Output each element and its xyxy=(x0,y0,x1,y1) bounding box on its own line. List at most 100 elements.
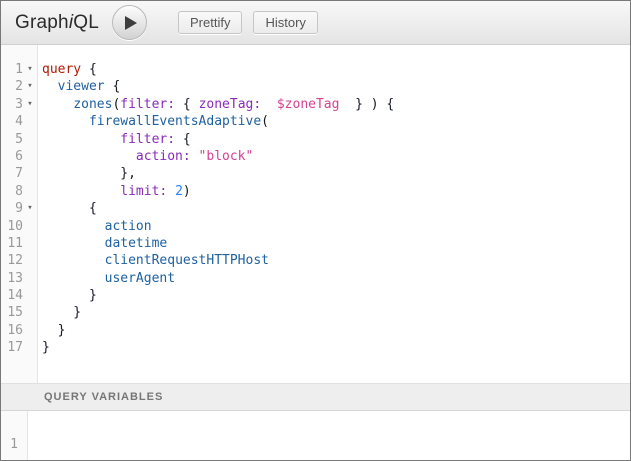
gutter-row: 10 xyxy=(1,218,37,235)
fold-spacer xyxy=(23,304,37,321)
history-button[interactable]: History xyxy=(253,11,317,34)
code-token: { xyxy=(81,62,97,77)
code-line[interactable]: userAgent xyxy=(42,270,630,287)
code-token xyxy=(167,184,175,199)
code-line[interactable]: query { xyxy=(42,61,630,78)
fold-arrow-icon[interactable]: ▾ xyxy=(23,96,37,113)
code-token: "block" xyxy=(199,149,254,164)
code-line[interactable]: viewer { xyxy=(42,78,630,95)
logo-text-2: QL xyxy=(73,12,99,33)
line-number: 3 xyxy=(1,96,23,113)
fold-spacer xyxy=(23,113,37,130)
line-number: 17 xyxy=(1,339,23,356)
code-line[interactable]: action xyxy=(42,218,630,235)
line-number: 9 xyxy=(1,200,23,217)
code-line[interactable]: limit: 2) xyxy=(42,183,630,200)
code-line[interactable]: } xyxy=(42,304,630,321)
query-code[interactable]: query { viewer { zones(filter: { zoneTag… xyxy=(38,45,630,383)
fold-arrow-icon[interactable]: ▾ xyxy=(23,78,37,95)
fold-arrow-icon[interactable]: ▾ xyxy=(23,61,37,78)
gutter-row: 5 xyxy=(1,131,37,148)
fold-spacer xyxy=(23,287,37,304)
code-token: } xyxy=(42,323,65,338)
fold-spacer xyxy=(23,148,37,165)
code-token: } xyxy=(42,305,81,320)
code-token: firewallEventsAdaptive xyxy=(89,114,261,129)
code-token: viewer xyxy=(58,79,105,94)
code-token: datetime xyxy=(105,236,168,251)
code-line[interactable]: zones(filter: { zoneTag: $zoneTag } ) { xyxy=(42,96,630,113)
query-editor[interactable]: 1▾2▾3▾456789▾1011121314151617 query { vi… xyxy=(1,45,630,383)
code-line[interactable]: } xyxy=(42,339,630,356)
graphiql-window: GraphiQL Prettify History 1▾2▾3▾456789▾1… xyxy=(0,0,631,461)
code-token: $zoneTag xyxy=(277,97,340,112)
fold-spacer xyxy=(23,252,37,269)
code-token: } xyxy=(42,340,50,355)
code-line[interactable]: }, xyxy=(42,165,630,182)
execute-button[interactable] xyxy=(112,5,147,40)
fold-arrow-icon[interactable]: ▾ xyxy=(23,200,37,217)
line-number: 13 xyxy=(1,270,23,287)
fold-spacer xyxy=(23,131,37,148)
code-line[interactable]: { xyxy=(42,200,630,217)
code-line[interactable]: clientRequestHTTPHost xyxy=(42,252,630,269)
code-token: filter: xyxy=(120,132,175,147)
play-icon xyxy=(125,16,137,30)
fold-spacer xyxy=(23,165,37,182)
fold-spacer xyxy=(23,339,37,356)
query-variables-header[interactable]: QUERY VARIABLES xyxy=(1,383,630,411)
query-gutter: 1▾2▾3▾456789▾1011121314151617 xyxy=(1,45,38,383)
code-token: limit: xyxy=(120,184,167,199)
code-token xyxy=(42,184,120,199)
code-token: userAgent xyxy=(105,271,175,286)
code-token xyxy=(42,219,105,234)
code-token: } xyxy=(42,288,97,303)
gutter-row: 11 xyxy=(1,235,37,252)
prettify-button[interactable]: Prettify xyxy=(178,11,242,34)
code-line[interactable]: } xyxy=(42,322,630,339)
variables-editor[interactable]: 1 {"zoneTag":""} xyxy=(1,411,630,460)
code-token: action xyxy=(105,219,152,234)
code-token xyxy=(42,97,73,112)
code-token: { xyxy=(42,201,97,216)
line-number: 14 xyxy=(1,287,23,304)
fold-spacer xyxy=(23,270,37,287)
variables-code[interactable]: {"zoneTag":""} xyxy=(28,411,630,460)
gutter-row: 6 xyxy=(1,148,37,165)
code-token: { xyxy=(105,79,121,94)
fold-spacer xyxy=(23,183,37,200)
line-number: 1 xyxy=(10,437,18,452)
code-token: }, xyxy=(42,166,136,181)
query-variables-title: QUERY VARIABLES xyxy=(44,391,163,403)
line-number: 11 xyxy=(1,235,23,252)
code-token: zones xyxy=(73,97,112,112)
fold-spacer xyxy=(23,322,37,339)
gutter-row: 4 xyxy=(1,113,37,130)
line-number: 16 xyxy=(1,322,23,339)
code-line[interactable]: } xyxy=(42,287,630,304)
code-token xyxy=(261,97,277,112)
line-number: 8 xyxy=(1,183,23,200)
line-number: 7 xyxy=(1,165,23,182)
gutter-row: 15 xyxy=(1,304,37,321)
code-token: ) xyxy=(183,184,191,199)
code-line[interactable]: firewallEventsAdaptive( xyxy=(42,113,630,130)
code-token: action: xyxy=(136,149,191,164)
code-token xyxy=(42,149,136,164)
fold-spacer xyxy=(23,218,37,235)
gutter-row: 9▾ xyxy=(1,200,37,217)
gutter-row: 1▾ xyxy=(1,61,37,78)
code-line[interactable]: action: "block" xyxy=(42,148,630,165)
code-token: } ) { xyxy=(339,97,394,112)
code-token xyxy=(42,236,105,251)
gutter-row: 8 xyxy=(1,183,37,200)
code-token: clientRequestHTTPHost xyxy=(105,253,269,268)
variables-gutter: 1 xyxy=(1,411,28,460)
topbar: GraphiQL Prettify History xyxy=(1,1,630,45)
line-number: 15 xyxy=(1,304,23,321)
code-line[interactable]: filter: { xyxy=(42,131,630,148)
code-line[interactable]: datetime xyxy=(42,235,630,252)
gutter-row: 12 xyxy=(1,252,37,269)
code-token xyxy=(42,271,105,286)
line-number: 1 xyxy=(1,61,23,78)
